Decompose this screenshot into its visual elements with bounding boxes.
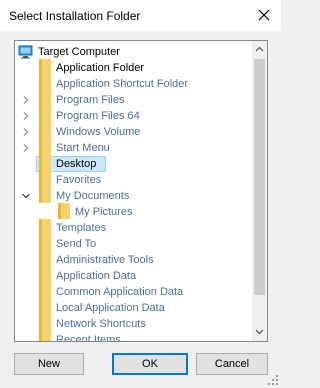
tree-item-label: Desktop <box>56 158 97 170</box>
tree-item-label: Favorites <box>56 174 102 186</box>
folder-icon <box>58 203 70 219</box>
tree-item-label: Recent Items <box>56 334 121 341</box>
chevron-down-icon[interactable] <box>21 191 31 201</box>
chevron-right-icon[interactable] <box>21 95 31 105</box>
window-title: Select Installation Folder <box>9 9 141 23</box>
tree-item-label: Administrative Tools <box>56 254 154 266</box>
tree-root-label: Target Computer <box>38 46 120 58</box>
scrollbar-thumb[interactable] <box>254 59 265 295</box>
resize-grip-icon[interactable] <box>266 373 279 386</box>
tree-item-label: Windows Volume <box>56 126 141 138</box>
cancel-button[interactable]: Cancel <box>196 353 268 375</box>
chevron-right-icon[interactable] <box>21 143 31 153</box>
tree-item-label: My Documents <box>56 190 130 202</box>
tree-item-label: Templates <box>56 222 107 234</box>
scroll-down-icon[interactable] <box>254 326 265 337</box>
vertical-scrollbar[interactable] <box>252 41 267 341</box>
tree-item-label: Send To <box>56 238 97 250</box>
computer-icon <box>18 45 33 59</box>
tree-item-label: Program Files <box>56 94 125 106</box>
tree-item-label: Program Files 64 <box>56 110 140 122</box>
chevron-right-icon[interactable] <box>21 111 31 121</box>
title-bar: Select Installation Folder <box>0 0 281 31</box>
tree-item-label: Local Application Data <box>56 302 165 314</box>
tree-item-my-documents[interactable]: My Documents <box>15 187 252 205</box>
chevron-right-icon[interactable] <box>21 127 31 137</box>
tree-item-label: Application Shortcut Folder <box>56 78 189 90</box>
tree-item-label: Common Application Data <box>56 286 184 298</box>
ok-button[interactable]: OK <box>112 353 188 375</box>
tree-item-label: Start Menu <box>56 142 110 154</box>
folder-icon <box>39 187 51 203</box>
tree-item-label: My Pictures <box>75 206 133 218</box>
folder-icon <box>39 331 51 341</box>
tree-items: Target Computer Application Folder Applic… <box>15 41 252 341</box>
tree-item-label: Application Data <box>56 270 137 282</box>
tree-item-recent-items[interactable]: Recent Items <box>15 331 252 341</box>
tree-item-label: Network Shortcuts <box>56 318 146 330</box>
scroll-up-icon[interactable] <box>254 44 265 55</box>
folder-tree[interactable]: Target Computer Application Folder Applic… <box>14 40 268 342</box>
tree-item-label: Application Folder <box>56 62 145 74</box>
close-icon[interactable] <box>256 7 272 23</box>
new-button[interactable]: New <box>14 353 84 375</box>
